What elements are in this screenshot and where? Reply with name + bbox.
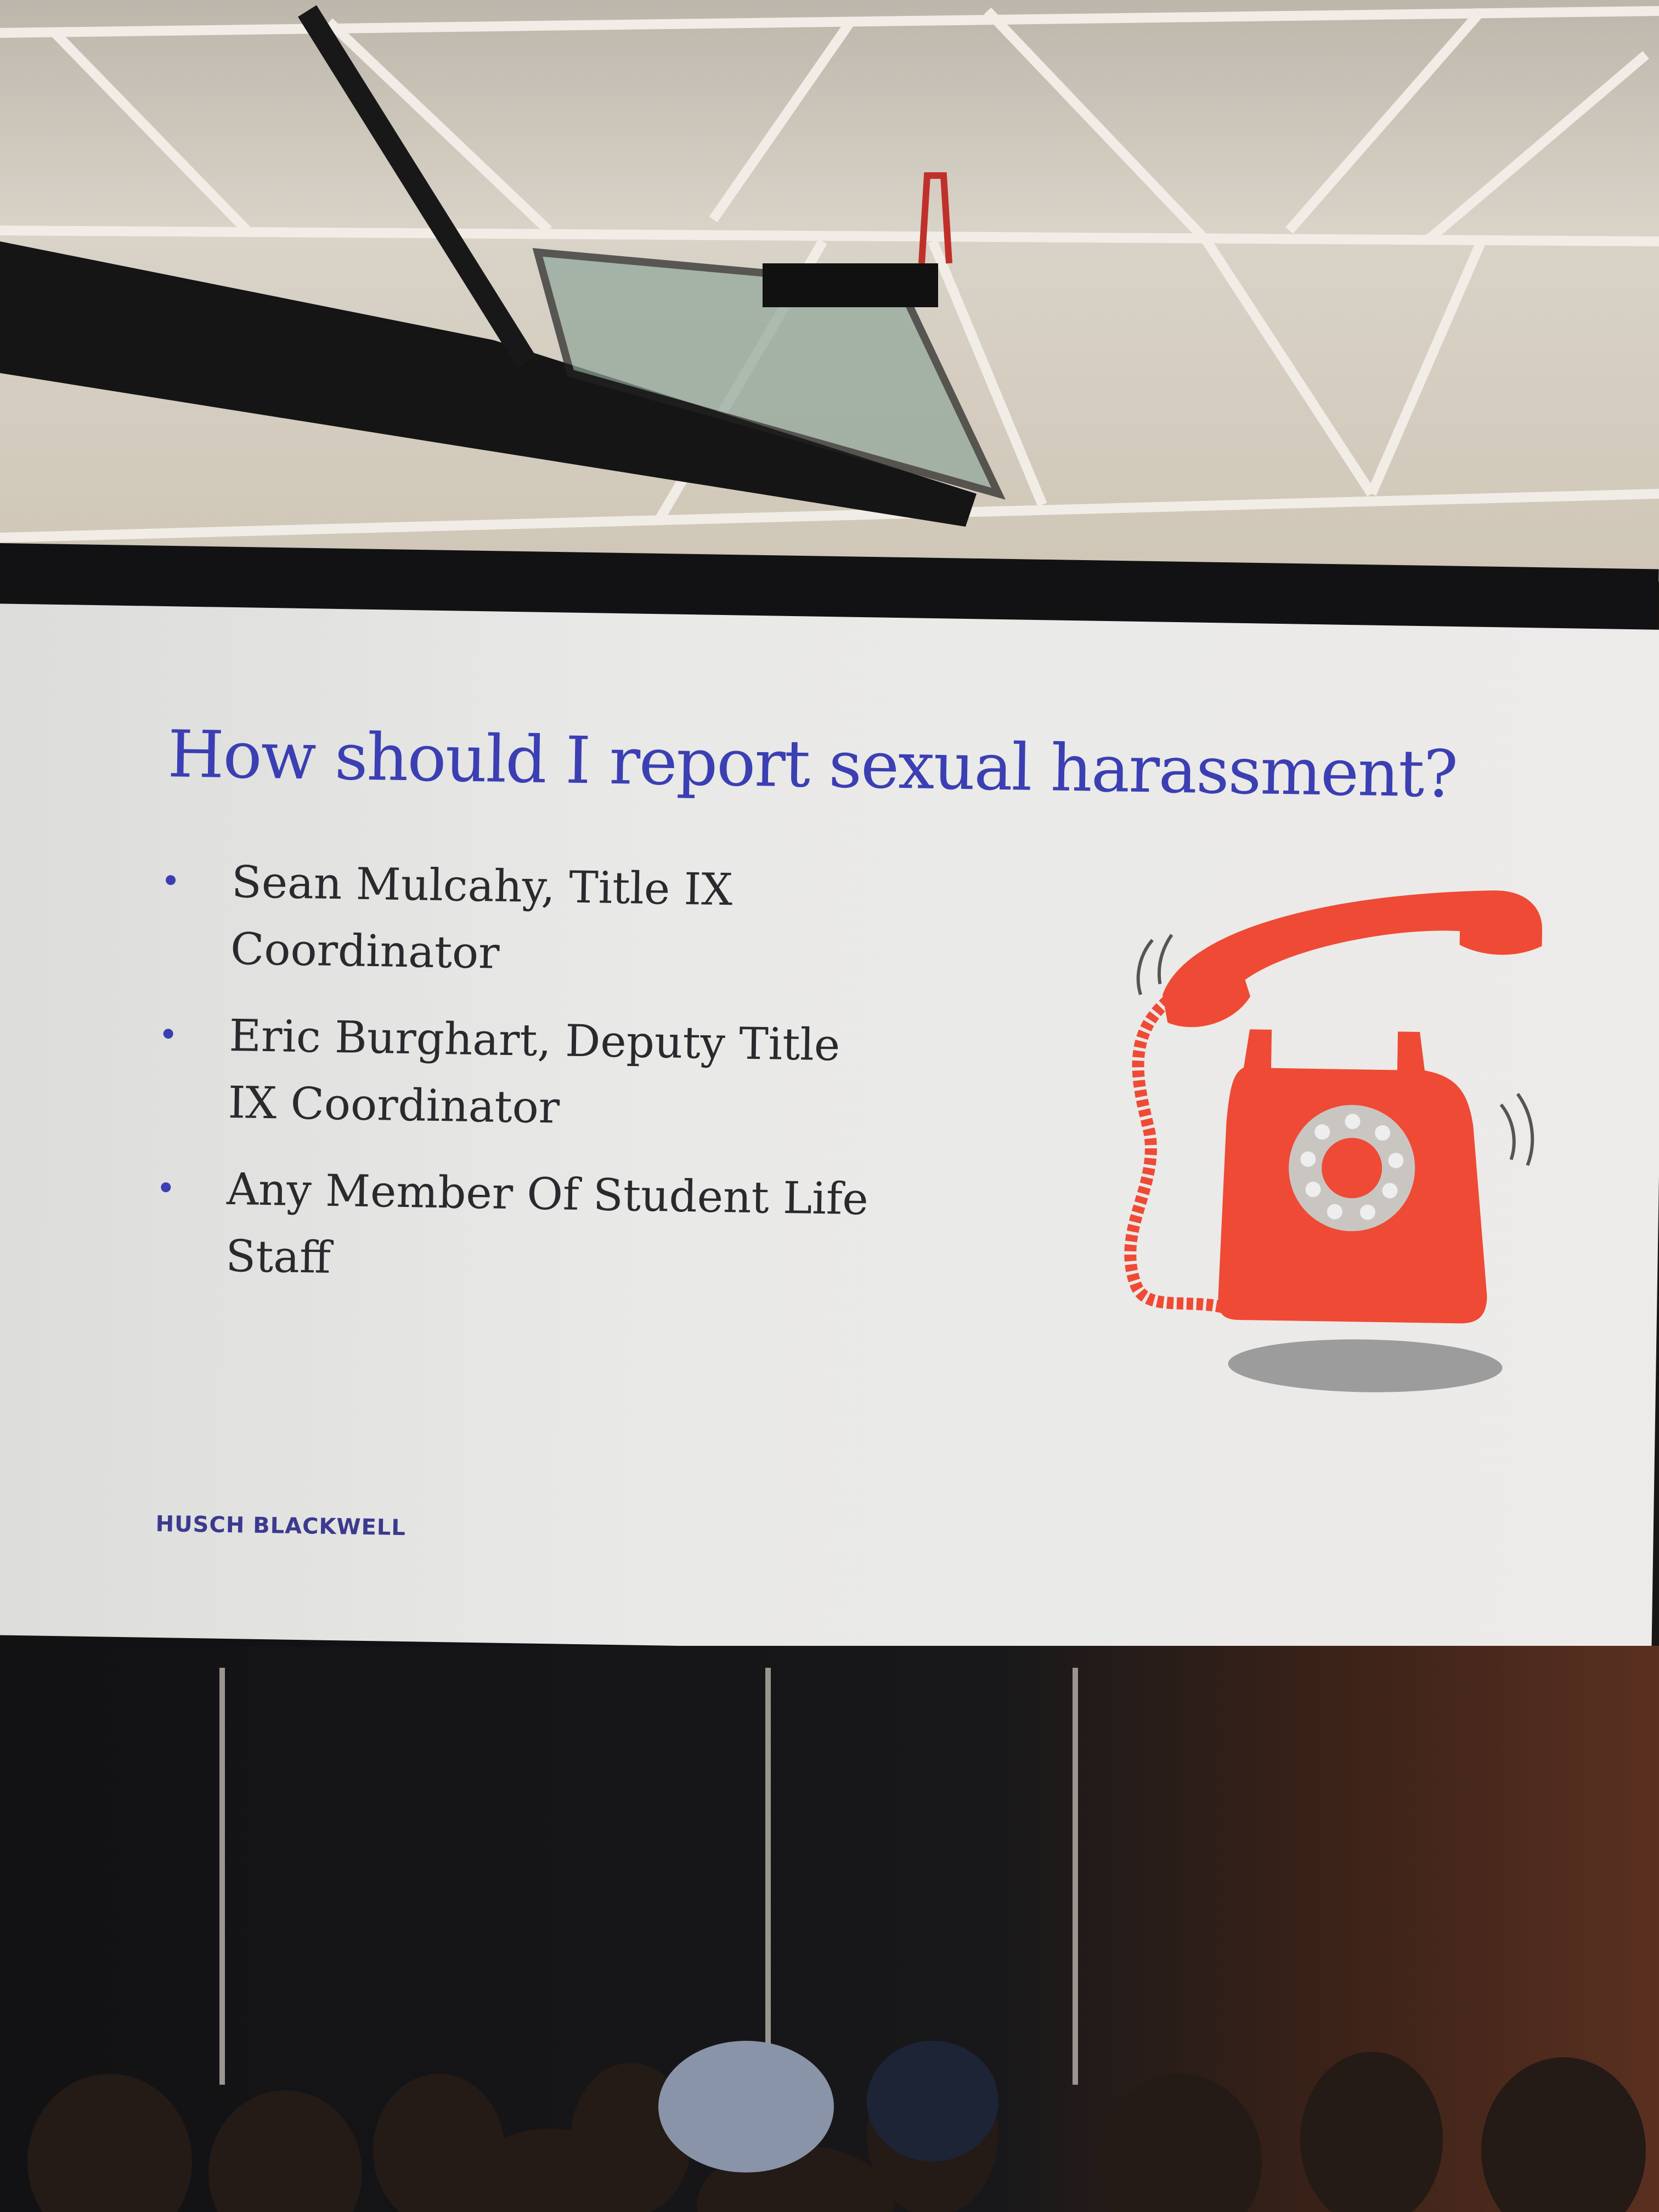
audience-crowd <box>27 2041 1646 2212</box>
bullet-line: Sean Mulcahy, Title IX <box>231 856 733 916</box>
telephone-icon <box>1124 890 1543 1392</box>
bullet-line: Coordinator <box>230 923 500 979</box>
bullet-item: Sean Mulcahy, Title IX Coordinator <box>164 848 890 993</box>
bullet-line: Staff <box>225 1230 331 1283</box>
basketball-hoop <box>0 5 1006 527</box>
bullet-item: Eric Burghart, Deputy Title IX Coordinato… <box>162 1001 888 1147</box>
gym-ceiling <box>0 0 1659 582</box>
bullet-icon <box>161 1182 171 1193</box>
ceiling-trusses <box>0 5 1659 543</box>
husch-blackwell-logo: HUSCH BLACKWELL <box>155 1511 407 1541</box>
bullet-line: Eric Burghart, Deputy Title <box>228 1009 840 1071</box>
baseball-cap <box>658 2041 834 2172</box>
bullet-icon <box>165 875 176 885</box>
bullet-icon <box>163 1029 173 1039</box>
bullet-line: Any Member Of Student Life <box>226 1163 869 1225</box>
bullet-line: IX Coordinator <box>228 1076 560 1133</box>
presentation-slide: How should I report sexual harassment? S… <box>0 603 1659 1661</box>
slide-title: How should I report sexual harassment? <box>167 716 1458 812</box>
bullet-item: Any Member Of Student Life Staff <box>159 1155 885 1300</box>
